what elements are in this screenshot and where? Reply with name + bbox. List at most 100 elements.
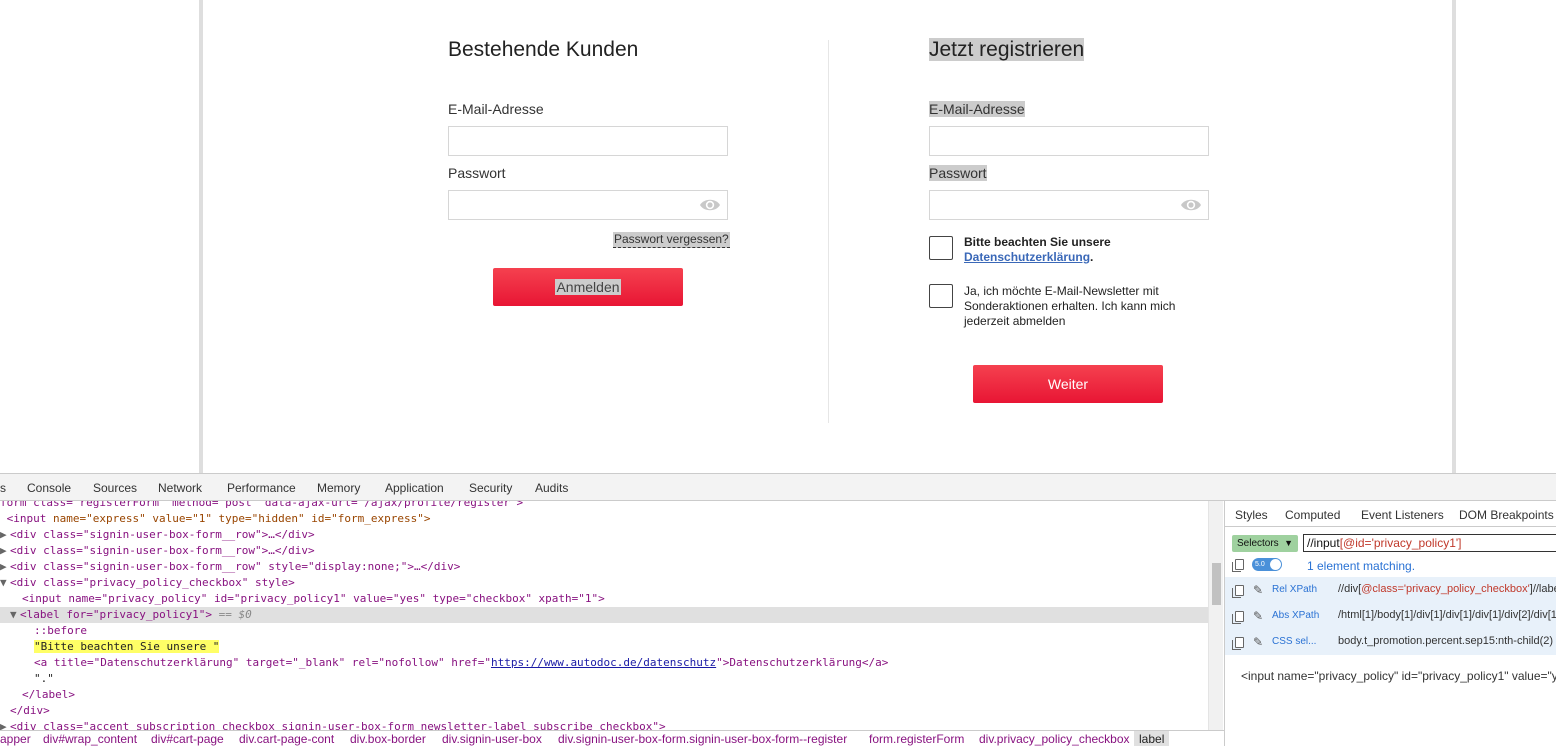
tab-network[interactable]: Network [158, 481, 202, 495]
selectors-dropdown[interactable]: Selectors ▼ [1232, 535, 1298, 552]
dom-node[interactable]: "Bitte beachten Sie unsere " [0, 639, 1208, 655]
dom-node[interactable]: ::before [0, 623, 1208, 639]
breadcrumb-item[interactable]: div#wrap_content [43, 731, 137, 746]
tab-computed[interactable]: Computed [1285, 508, 1340, 522]
dom-node[interactable]: ▶ <div class="signin-user-box-form__row">… [0, 543, 1208, 559]
register-email-field[interactable] [929, 126, 1209, 156]
register-continue-button[interactable]: Weiter [973, 365, 1163, 403]
breadcrumb-item[interactable]: div.signin-user-box-form.signin-user-box… [558, 731, 847, 746]
column-divider [828, 40, 829, 423]
dom-node[interactable]: </div> [0, 703, 1208, 719]
copy-icon[interactable] [1232, 585, 1244, 598]
dom-node-selected[interactable]: ▼ <label for="privacy_policy1"> == $0 [0, 607, 1208, 623]
dom-node[interactable]: <input name="privacy_policy" id="privacy… [0, 591, 1208, 607]
breadcrumb-item[interactable]: div.privacy_policy_checkbox [979, 731, 1130, 746]
login-button[interactable]: Anmelden [493, 268, 683, 306]
tab-console[interactable]: Console [27, 481, 71, 495]
dom-node-text: <div class="accent subscription checkbox… [10, 720, 666, 730]
tab-styles[interactable]: Styles [1235, 508, 1268, 522]
dom-node[interactable]: ▼ <div class="privacy_policy_checkbox" st… [0, 575, 1208, 591]
dom-node-tag: <input [6, 512, 47, 525]
dom-node-text: <div class="signin-user-box-form__row" s… [10, 560, 461, 573]
register-email-label: E-Mail-Adresse [929, 101, 1025, 118]
eye-icon[interactable] [1180, 196, 1202, 214]
tab-sources[interactable]: Sources [93, 481, 137, 495]
copy-icon[interactable] [1232, 637, 1244, 650]
tab-event-listeners[interactable]: Event Listeners [1361, 508, 1444, 522]
forgot-password-link[interactable]: Passwort vergessen? [613, 232, 730, 248]
edit-icon[interactable]: ✎ [1253, 584, 1263, 596]
toggle-knob [1270, 559, 1281, 570]
privacy-policy-text: Bitte beachten Sie unsere [964, 235, 1111, 249]
copy-icon[interactable] [1232, 611, 1244, 624]
dom-node-text: </div> [10, 704, 50, 717]
login-password-field[interactable] [448, 190, 728, 220]
eye-icon[interactable] [699, 196, 721, 214]
xpath-input-predicate: [@id='privacy_policy1'] [1339, 536, 1462, 550]
dropdown-arrow-icon: ▼ [1284, 538, 1293, 548]
breadcrumb-item[interactable]: div#cart-page [151, 731, 224, 746]
newsletter-checkbox[interactable] [929, 284, 953, 308]
tab-application[interactable]: Application [385, 481, 444, 495]
privacy-policy-checkbox[interactable] [929, 236, 953, 260]
page: Bestehende Kunden E-Mail-Adresse Passwor… [0, 0, 1556, 746]
elements-scrollbar[interactable] [1208, 501, 1223, 730]
dom-node[interactable]: <input name="express" value="1" type="hi… [0, 511, 1208, 527]
tab-performance[interactable]: Performance [227, 481, 296, 495]
tab-memory[interactable]: Memory [317, 481, 360, 495]
collapse-triangle-icon[interactable]: ▼ [10, 607, 20, 623]
scrollbar-thumb[interactable] [1212, 563, 1221, 605]
dom-node[interactable]: ▶ <div class="signin-user-box-form__row" … [0, 559, 1208, 575]
dom-node-text: </label> [22, 688, 75, 701]
expand-triangle-icon[interactable]: ▶ [0, 559, 10, 575]
privacy-policy-link-row: Datenschutzerklärung. [964, 250, 1111, 265]
dom-node-marker: == $0 [212, 608, 252, 621]
breadcrumb-item[interactable]: form.registerForm [869, 731, 964, 746]
dom-node[interactable]: form class="registerForm" method="post" … [0, 501, 1208, 511]
edit-icon[interactable]: ✎ [1253, 610, 1263, 622]
dom-node[interactable]: ▶ <div class="accent subscription checkbo… [0, 719, 1208, 730]
expand-triangle-icon[interactable]: ▶ [0, 543, 10, 559]
privacy-policy-link[interactable]: Datenschutzerklärung [964, 250, 1090, 264]
copy-icon[interactable] [1232, 559, 1244, 572]
result-value-pre: //div[ [1338, 583, 1362, 595]
login-title: Bestehende Kunden [448, 38, 639, 61]
expand-triangle-icon[interactable]: ▶ [0, 527, 10, 543]
dom-node[interactable]: <a title="Datenschutzerklärung" target="… [0, 655, 1208, 671]
selector-results: ✎ Rel XPath //div[@class='privacy_policy… [1225, 577, 1556, 655]
result-value[interactable]: //div[@class='privacy_policy_checkbox']/… [1338, 583, 1556, 595]
breadcrumb-item[interactable]: div.signin-user-box [442, 731, 542, 746]
tab-security[interactable]: Security [469, 481, 512, 495]
xpath-input[interactable]: //input[@id='privacy_policy1'] [1303, 534, 1556, 552]
elements-tree: form class="registerForm" method="post" … [0, 501, 1208, 730]
version-toggle[interactable]: 5.0 [1252, 558, 1282, 571]
breadcrumb-item[interactable]: div.box-border [350, 731, 426, 746]
dom-node-link[interactable]: https://www.autodoc.de/datenschutz [491, 656, 716, 669]
register-password-field[interactable] [929, 190, 1209, 220]
login-button-label: Anmelden [555, 279, 621, 295]
xpath-input-prefix: //input [1307, 536, 1340, 550]
breadcrumb-item-current[interactable]: label [1134, 731, 1170, 746]
expand-triangle-icon[interactable]: ▶ [0, 719, 10, 730]
dom-node-text: ::before [34, 624, 87, 637]
edit-icon[interactable]: ✎ [1253, 636, 1263, 648]
breadcrumb-item[interactable]: div.cart-page-cont [239, 731, 334, 746]
collapse-triangle-icon[interactable]: ▼ [0, 575, 10, 591]
login-email-field[interactable] [448, 126, 728, 156]
breadcrumb: apper div#wrap_content div#cart-page div… [0, 730, 1224, 746]
dom-node[interactable]: ▶ <div class="signin-user-box-form__row">… [0, 527, 1208, 543]
breadcrumb-item[interactable]: apper [0, 731, 31, 746]
newsletter-line-3: jederzeit abmelden [964, 314, 1066, 328]
result-value[interactable]: /html[1]/body[1]/div[1]/div[1]/div[1]/di… [1338, 609, 1556, 621]
match-count: 1 element matching. [1307, 559, 1416, 573]
result-value[interactable]: body.t_promotion.percent.sep15:nth-child… [1338, 635, 1556, 647]
tab-dom-breakpoints[interactable]: DOM Breakpoints [1459, 508, 1554, 522]
result-value-attr: @class='privacy_policy_checkbox' [1361, 583, 1530, 595]
tab-audits[interactable]: Audits [535, 481, 568, 495]
devtools-side-pane: Styles Computed Event Listeners DOM Brea… [1224, 501, 1556, 746]
dom-node-text: ">Datenschutzerklärung</a> [716, 656, 889, 669]
tab-elements[interactable]: s [0, 481, 6, 495]
result-row: ✎ Rel XPath //div[@class='privacy_policy… [1225, 577, 1556, 603]
dom-node[interactable]: "." [0, 671, 1208, 687]
dom-node[interactable]: </label> [0, 687, 1208, 703]
